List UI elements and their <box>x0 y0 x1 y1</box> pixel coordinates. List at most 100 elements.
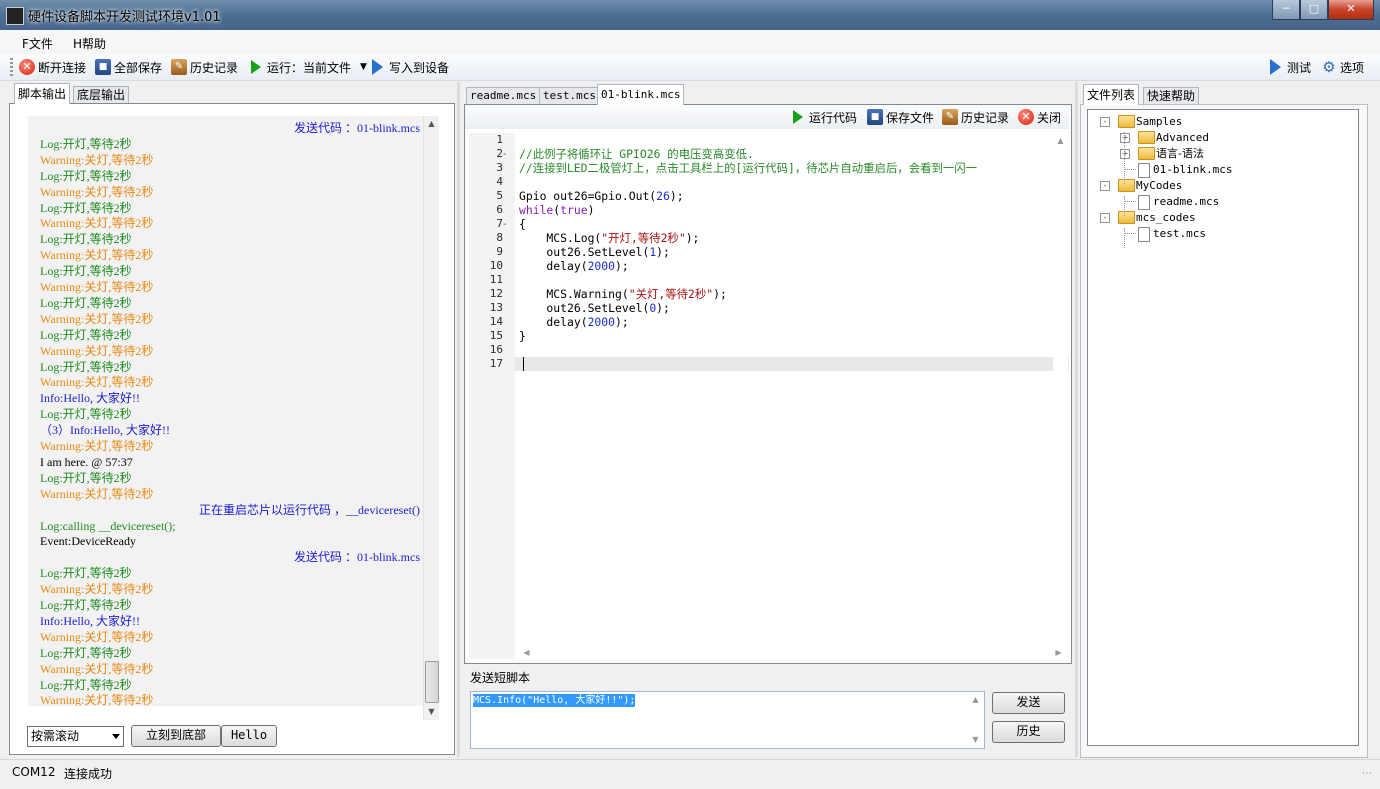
editor-vscrollbar[interactable]: ▲ <box>1053 133 1068 647</box>
output-scrollbar[interactable]: ▲ ▼ <box>423 116 439 720</box>
window-title: 硬件设备脚本开发测试环境v1.01 <box>28 10 221 25</box>
close-file-button[interactable]: ✕ 关闭 <box>1018 108 1061 126</box>
test-icon <box>1270 59 1281 75</box>
code-token: "关灯,等待2秒" <box>628 287 714 301</box>
editor-scroll-left-icon[interactable]: ◀ <box>519 645 534 660</box>
disconnect-button[interactable]: ✕ 断开连接 <box>19 58 86 76</box>
right-tabbar: 文件列表 快速帮助 <box>1083 84 1363 105</box>
file-history-button[interactable]: ✎ 历史记录 <box>942 108 1009 126</box>
save-all-button[interactable]: ■ 全部保存 <box>95 58 162 76</box>
log-line: Warning:关灯,等待2秒 <box>40 280 154 294</box>
line-number: 14 <box>489 315 503 328</box>
tree-file[interactable]: readme.mcs <box>1153 195 1219 209</box>
right-splitter[interactable] <box>1075 82 1078 757</box>
tree-folder[interactable]: Samples <box>1136 115 1182 129</box>
code-token: ); <box>685 231 700 245</box>
code-token: out26.SetLevel( <box>519 301 650 315</box>
toolbar-grip[interactable] <box>10 58 13 76</box>
log-line: Warning:关灯,等待2秒 <box>40 216 154 231</box>
code-token: { <box>519 217 526 231</box>
text-caret <box>523 357 524 371</box>
tab-low-level-output[interactable]: 底层输出 <box>73 86 130 104</box>
send-input-scrollbar[interactable]: ▲ ▼ <box>968 692 983 748</box>
tree-file[interactable]: test.mcs <box>1153 227 1206 241</box>
tab-script-output[interactable]: 脚本输出 <box>14 83 71 104</box>
tree-folder[interactable]: 语言-语法 <box>1156 147 1204 161</box>
save-file-icon: ■ <box>867 109 883 125</box>
run-dropdown-icon[interactable]: ▼ <box>360 62 367 72</box>
editor-tab[interactable]: 01-blink.mcs <box>597 84 685 105</box>
line-number-gutter: 1 2-3 4 5 6 7-8 9 10 11 12 13 14 15 16 17 <box>469 133 515 659</box>
expand-icon[interactable]: + <box>1120 133 1130 143</box>
log-line: Warning:关灯,等待2秒 <box>40 439 154 453</box>
log-line: Log:开灯,等待2秒 <box>40 470 132 485</box>
write-device-button[interactable]: 写入到设备 <box>372 58 449 76</box>
expand-icon[interactable]: + <box>1120 149 1130 159</box>
run-code-button[interactable]: 运行代码 <box>793 108 857 126</box>
log-line: Warning:关灯,等待2秒 <box>40 152 154 167</box>
tree-folder[interactable]: MyCodes <box>1136 179 1182 193</box>
save-file-button[interactable]: ■ 保存文件 <box>867 108 934 126</box>
run-current-button[interactable]: 运行：当前文件 ▼ <box>251 58 367 76</box>
scroll-thumb[interactable] <box>425 661 439 703</box>
log-line: Event:DeviceReady <box>40 534 136 549</box>
scroll-down-icon[interactable]: ▼ <box>424 704 439 719</box>
output-log[interactable]: 发送代码 ：01-blink.mcs Log:开灯,等待2秒 Warning:关灯,… <box>28 116 434 706</box>
maximize-button[interactable]: □ <box>1300 0 1328 20</box>
tree-folder[interactable]: mcs_codes <box>1136 211 1196 225</box>
collapse-icon[interactable]: - <box>1100 117 1110 127</box>
code-token: "开灯,等待2秒" <box>601 231 686 245</box>
file-icon <box>1138 163 1150 178</box>
title-bar[interactable]: 硬件设备脚本开发测试环境v1.01 ─ □ ✕ <box>0 0 1380 30</box>
close-window-button[interactable]: ✕ <box>1328 0 1374 20</box>
menu-help[interactable]: H帮助 <box>73 35 106 52</box>
log-line: Warning:关灯,等待2秒 <box>40 375 154 390</box>
send-scroll-up-icon[interactable]: ▲ <box>968 692 983 707</box>
collapse-icon[interactable]: - <box>1100 181 1110 191</box>
send-script-input[interactable]: MCS.Info("Hello, 大家好!!"); ▲ ▼ <box>470 691 985 749</box>
code-token: delay( <box>519 315 588 329</box>
resize-grip-icon[interactable]: ⋯ <box>1362 768 1372 779</box>
log-line: Log:开灯,等待2秒 <box>40 200 132 215</box>
tree-folder[interactable]: Advanced <box>1156 131 1209 145</box>
tab-quick-help[interactable]: 快速帮助 <box>1143 87 1200 105</box>
line-number: 12 <box>489 287 503 300</box>
fold-toggle-icon[interactable]: - <box>503 219 507 230</box>
menu-file[interactable]: F文件 <box>22 35 53 52</box>
code-token: 2000 <box>587 259 616 273</box>
editor-tab[interactable]: test.mcs <box>539 87 600 105</box>
history-button[interactable]: ✎ 历史记录 <box>171 58 238 76</box>
test-button[interactable]: 测试 <box>1270 58 1311 76</box>
minimize-button[interactable]: ─ <box>1272 0 1300 20</box>
tree-connector <box>1124 201 1136 202</box>
fold-toggle-icon[interactable]: - <box>503 149 507 160</box>
history-label: 历史记录 <box>190 60 239 75</box>
file-icon <box>1138 227 1150 242</box>
collapse-icon[interactable]: - <box>1100 213 1110 223</box>
editor-scroll-up-icon[interactable]: ▲ <box>1053 133 1068 148</box>
editor-tab[interactable]: readme.mcs <box>466 87 541 105</box>
code-area[interactable]: //此例子将循环让 GPIO26 的电压变高变低.//连接到LED二极管灯上，点… <box>519 133 1069 647</box>
send-scroll-down-icon[interactable]: ▼ <box>968 732 983 747</box>
file-tree[interactable]: - Samples + Advanced + 语言-语法 01-blink.mcs - MyCo… <box>1087 109 1359 746</box>
code-token: true <box>560 203 588 217</box>
code-line: Gpio out26=Gpio.Out(26); <box>519 189 684 203</box>
left-splitter[interactable] <box>457 82 460 757</box>
scroll-to-bottom-button[interactable]: 立刻到底部 <box>131 725 221 747</box>
send-history-button[interactable]: 历史 <box>992 721 1065 743</box>
scroll-mode-select[interactable]: 按需滚动 <box>27 726 124 747</box>
send-button[interactable]: 发送 <box>992 692 1065 714</box>
scroll-up-icon[interactable]: ▲ <box>424 116 439 131</box>
run-code-icon <box>793 110 803 124</box>
tab-file-list[interactable]: 文件列表 <box>1083 84 1140 105</box>
tree-file[interactable]: 01-blink.mcs <box>1153 163 1232 177</box>
editor-scroll-right-icon[interactable]: ▶ <box>1051 645 1066 660</box>
options-button[interactable]: ⚙ 选项 <box>1321 58 1364 76</box>
hello-button[interactable]: Hello <box>221 725 277 747</box>
status-bar: COM12 连接成功 ⋯ <box>0 759 1380 789</box>
code-token: } <box>519 329 526 343</box>
editor-hscrollbar[interactable]: ◀ ▶ <box>519 645 1067 660</box>
window-controls: ─ □ ✕ <box>1272 0 1374 20</box>
tree-connector <box>1124 169 1136 170</box>
log-line: 发送代码 ：01-blink.mcs <box>294 550 420 565</box>
